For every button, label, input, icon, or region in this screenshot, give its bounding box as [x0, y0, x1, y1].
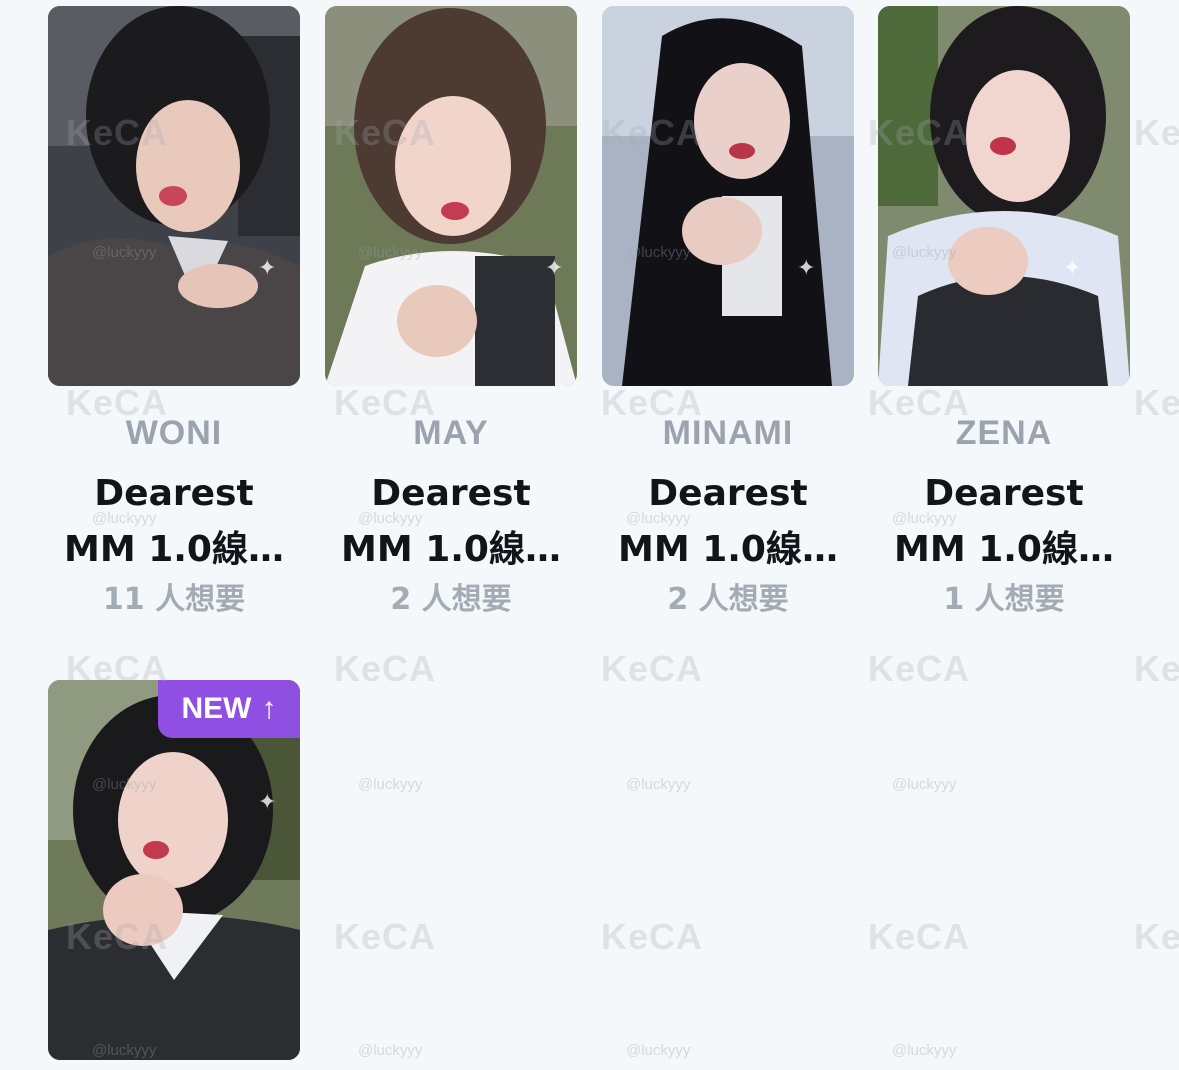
photocard-image[interactable]: ✦ — [602, 6, 854, 386]
arrow-up-icon: ↑ — [261, 692, 277, 725]
card-title-line2: MM 1.0線… — [894, 529, 1114, 570]
watermark-logo: KeCA — [601, 648, 704, 689]
watermark-logo: KeCA — [868, 648, 971, 689]
wants-count: 2 人想要 — [390, 582, 512, 617]
card-title-line1: Dearest — [924, 473, 1084, 514]
watermark-logo: KeCA — [1134, 382, 1179, 423]
card-title[interactable]: Dearest MM 1.0線… — [602, 466, 854, 578]
watermark-logo: KeCA — [601, 916, 704, 957]
member-name: MINAMI — [662, 414, 794, 452]
watermark-handle: @luckyyy — [892, 1042, 957, 1059]
watermark-logo: KeCA — [1134, 648, 1179, 689]
card-title[interactable]: Dearest MM 1.0線… — [48, 466, 300, 578]
watermark-handle: @luckyyy — [358, 1042, 423, 1059]
photocard-item[interactable]: ✦ ZENA Dearest MM 1.0線… 1 人想要 — [878, 6, 1130, 622]
new-badge: NEW ↑ — [158, 680, 300, 738]
card-title-line2: MM 1.0線… — [64, 529, 284, 570]
photocard-item[interactable]: ✦ WONI Dearest MM 1.0線… 11 人想要 — [48, 6, 300, 622]
member-name: MAY — [413, 414, 489, 452]
watermark-logo: KeCA — [334, 916, 437, 957]
card-title-line1: Dearest — [648, 473, 808, 514]
member-name: ZENA — [955, 414, 1053, 452]
photocard-image[interactable]: ✦ — [878, 6, 1130, 386]
card-title[interactable]: Dearest MM 1.0線… — [878, 466, 1130, 578]
photocard-item[interactable]: ✦ MINAMI Dearest MM 1.0線… 2 人想要 — [602, 6, 854, 622]
photocard-image[interactable]: ✦ NEW ↑ — [48, 680, 300, 1060]
wants-count: 1 人想要 — [943, 582, 1065, 617]
photocard-image[interactable]: ✦ — [325, 6, 577, 386]
photocard-image[interactable]: ✦ — [48, 6, 300, 386]
wants-count: 2 人想要 — [667, 582, 789, 617]
watermark-logo: KeCA — [334, 648, 437, 689]
watermark-handle: @luckyyy — [626, 1042, 691, 1059]
watermark-logo: KeCA — [1134, 112, 1179, 153]
watermark-handle: @luckyyy — [892, 776, 957, 793]
wants-count: 11 人想要 — [102, 582, 246, 617]
photocard-item[interactable]: ✦ NEW ↑ — [48, 680, 300, 1060]
card-title-line2: MM 1.0線… — [618, 529, 838, 570]
card-title-line1: Dearest — [94, 473, 254, 514]
photocard-item[interactable]: ✦ MAY Dearest MM 1.0線… 2 人想要 — [325, 6, 577, 622]
watermark-handle: @luckyyy — [626, 776, 691, 793]
new-badge-label: NEW — [181, 692, 252, 725]
member-name: WONI — [125, 414, 223, 452]
card-title-line2: MM 1.0線… — [341, 529, 561, 570]
watermark-logo: KeCA — [1134, 916, 1179, 957]
watermark-logo: KeCA — [868, 916, 971, 957]
watermark-handle: @luckyyy — [358, 776, 423, 793]
card-title-line1: Dearest — [371, 473, 531, 514]
card-title[interactable]: Dearest MM 1.0線… — [325, 466, 577, 578]
